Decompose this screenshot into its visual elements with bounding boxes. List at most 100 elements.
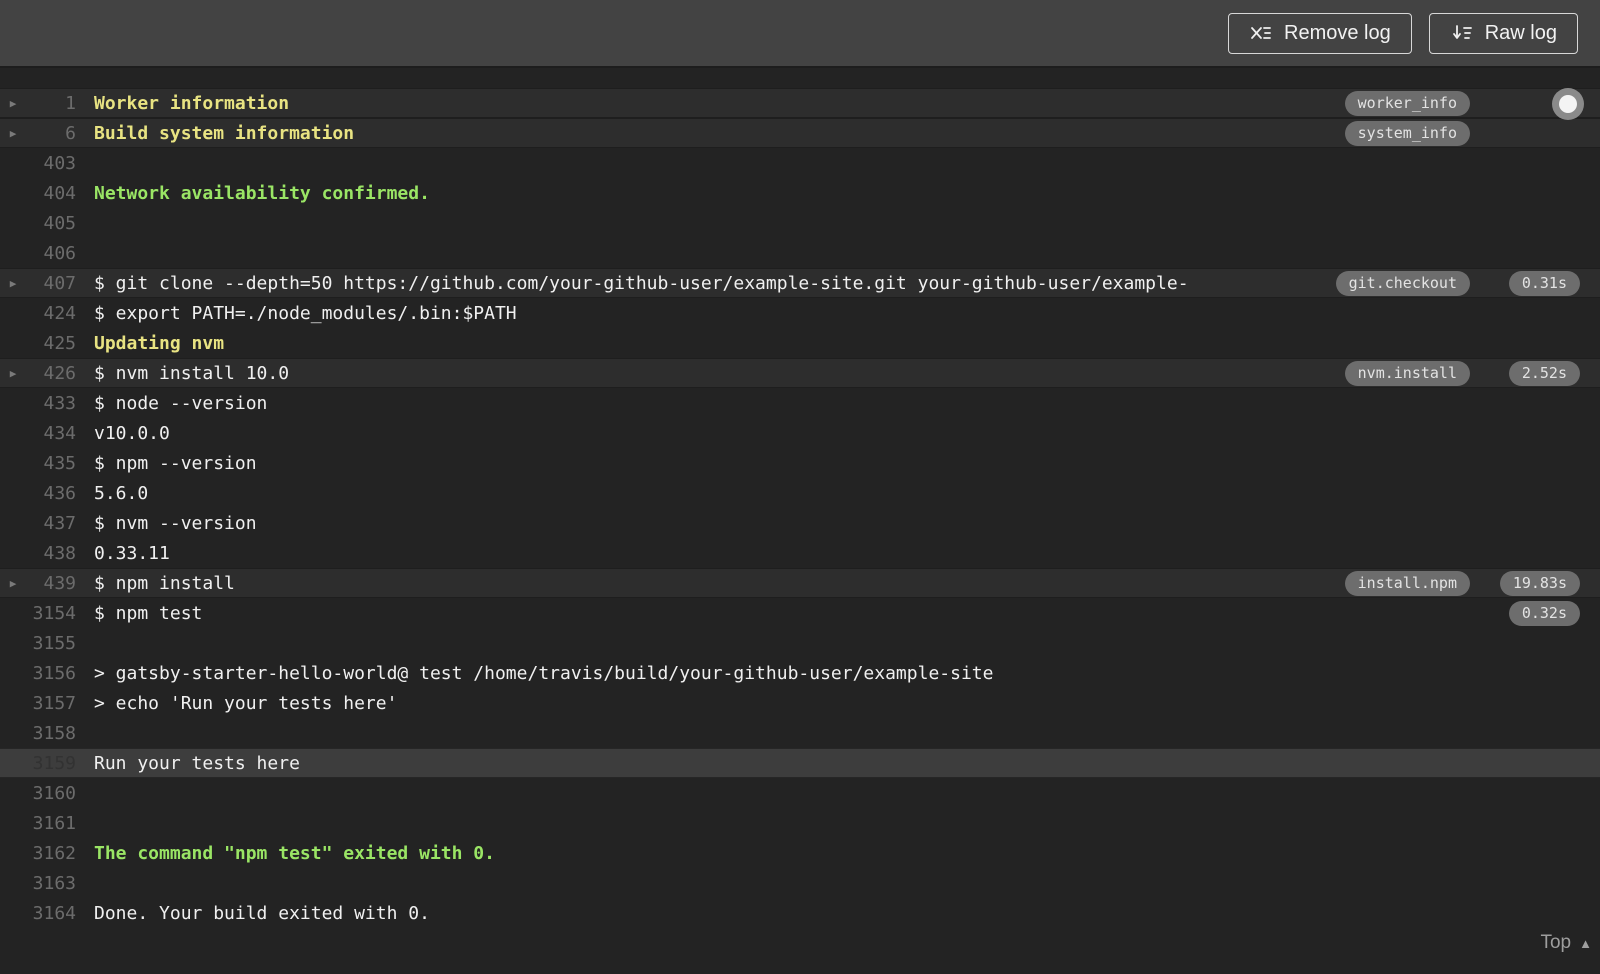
line-text: $ npm install bbox=[94, 572, 235, 594]
line-number[interactable]: 436 bbox=[26, 483, 76, 504]
fold-toggle-icon[interactable]: ▶ bbox=[0, 97, 26, 110]
scroll-to-top-link[interactable]: Top ▲ bbox=[1540, 932, 1592, 954]
line-number[interactable]: 425 bbox=[26, 333, 76, 354]
line-text: 0.33.11 bbox=[94, 542, 170, 564]
line-number[interactable]: 404 bbox=[26, 183, 76, 204]
log-line-6: ▶ 6 Build system information system_info bbox=[0, 118, 1600, 148]
line-number[interactable]: 405 bbox=[26, 213, 76, 234]
line-number[interactable]: 6 bbox=[26, 123, 76, 144]
line-text: $ npm test bbox=[94, 602, 203, 624]
line-badges: 0.32s bbox=[1470, 600, 1580, 626]
line-number[interactable]: 3160 bbox=[26, 783, 76, 804]
log-line-433: 433 $ node --version bbox=[0, 388, 1600, 418]
fold-toggle-icon[interactable]: ▶ bbox=[0, 367, 26, 380]
log-line-3164: 3164 Done. Your build exited with 0. bbox=[0, 898, 1600, 928]
line-text: > echo 'Run your tests here' bbox=[94, 692, 398, 714]
line-text: $ node --version bbox=[94, 392, 268, 414]
line-number[interactable]: 3164 bbox=[26, 903, 76, 924]
line-badges: system_info bbox=[1344, 120, 1580, 146]
log-line-3162: 3162 The command "npm test" exited with 0… bbox=[0, 838, 1600, 868]
log-line-1: ▶ 1 Worker information worker_info bbox=[0, 88, 1600, 118]
line-number[interactable]: 433 bbox=[26, 393, 76, 414]
line-number[interactable]: 426 bbox=[26, 363, 76, 384]
line-number[interactable]: 3154 bbox=[26, 603, 76, 624]
line-number[interactable]: 406 bbox=[26, 243, 76, 264]
remove-log-label: Remove log bbox=[1284, 21, 1391, 44]
log-line-3156: 3156 > gatsby-starter-hello-world@ test /… bbox=[0, 658, 1600, 688]
line-text: v10.0.0 bbox=[94, 422, 170, 444]
log-lines: ▶ 1 Worker information worker_info ▶ 6 Build s… bbox=[0, 88, 1600, 928]
log-line-3157: 3157 > echo 'Run your tests here' bbox=[0, 688, 1600, 718]
line-text: 5.6.0 bbox=[94, 482, 149, 504]
line-number[interactable]: 3161 bbox=[26, 813, 76, 834]
log-line-437: 437 $ nvm --version bbox=[0, 508, 1600, 538]
line-text: Build system information bbox=[94, 122, 355, 144]
line-number[interactable]: 439 bbox=[26, 573, 76, 594]
line-text: $ nvm --version bbox=[94, 512, 257, 534]
log-line-3158: 3158 bbox=[0, 718, 1600, 748]
log-line-425: 425 Updating nvm bbox=[0, 328, 1600, 358]
fold-toggle-icon[interactable]: ▶ bbox=[0, 577, 26, 590]
toolbar: Remove log Raw log bbox=[0, 0, 1600, 68]
line-number[interactable]: 424 bbox=[26, 303, 76, 324]
line-number[interactable]: 3163 bbox=[26, 873, 76, 894]
duration-slot: 19.83s bbox=[1470, 570, 1580, 596]
log-line-3163: 3163 bbox=[0, 868, 1600, 898]
line-number[interactable]: 3158 bbox=[26, 723, 76, 744]
log-line-405: 405 bbox=[0, 208, 1600, 238]
duration-badge: 2.52s bbox=[1508, 360, 1580, 386]
duration-slot: 2.52s bbox=[1470, 360, 1580, 386]
fold-tag-badge: system_info bbox=[1344, 120, 1470, 146]
line-number[interactable]: 438 bbox=[26, 543, 76, 564]
line-number[interactable]: 3157 bbox=[26, 693, 76, 714]
raw-log-icon bbox=[1450, 22, 1474, 44]
circle-knob-icon bbox=[1559, 95, 1577, 113]
fold-tag-badge: worker_info bbox=[1344, 90, 1470, 116]
line-number[interactable]: 435 bbox=[26, 453, 76, 474]
duration-badge: 0.31s bbox=[1508, 270, 1580, 296]
log-line-3154: 3154 $ npm test 0.32s bbox=[0, 598, 1600, 628]
fold-toggle-icon[interactable]: ▶ bbox=[0, 277, 26, 290]
log-line-403: 403 bbox=[0, 148, 1600, 178]
line-text: Network availability confirmed. bbox=[94, 182, 430, 204]
fold-tag-badge: git.checkout bbox=[1335, 270, 1470, 296]
line-number[interactable]: 3155 bbox=[26, 633, 76, 654]
line-text: > gatsby-starter-hello-world@ test /home… bbox=[94, 662, 994, 684]
fold-toggle-icon[interactable]: ▶ bbox=[0, 127, 26, 140]
raw-log-button[interactable]: Raw log bbox=[1428, 12, 1578, 54]
line-number[interactable]: 434 bbox=[26, 423, 76, 444]
line-text: The command "npm test" exited with 0. bbox=[94, 842, 495, 864]
line-number[interactable]: 3156 bbox=[26, 663, 76, 684]
build-log: ▶ 1 Worker information worker_info ▶ 6 Build s… bbox=[0, 68, 1600, 974]
log-line-3161: 3161 bbox=[0, 808, 1600, 838]
caret-up-icon: ▲ bbox=[1579, 935, 1592, 951]
line-number[interactable]: 437 bbox=[26, 513, 76, 534]
line-text: Run your tests here bbox=[94, 752, 300, 774]
line-number[interactable]: 403 bbox=[26, 153, 76, 174]
duration-badge: 0.32s bbox=[1508, 600, 1580, 626]
log-line-406: 406 bbox=[0, 238, 1600, 268]
line-text: $ export PATH=./node_modules/.bin:$PATH bbox=[94, 302, 517, 324]
line-number[interactable]: 3162 bbox=[26, 843, 76, 864]
remove-log-button[interactable]: Remove log bbox=[1228, 12, 1412, 54]
line-badges: nvm.install 2.52s bbox=[1344, 360, 1580, 386]
fold-tag-badge: nvm.install bbox=[1344, 360, 1470, 386]
log-line-435: 435 $ npm --version bbox=[0, 448, 1600, 478]
line-text: Done. Your build exited with 0. bbox=[94, 902, 430, 924]
line-number[interactable]: 407 bbox=[26, 273, 76, 294]
log-scrubber-knob[interactable] bbox=[1552, 88, 1584, 120]
log-line-434: 434 v10.0.0 bbox=[0, 418, 1600, 448]
log-line-3159: 3159 Run your tests here bbox=[0, 748, 1600, 778]
line-text: $ npm --version bbox=[94, 452, 257, 474]
remove-log-icon bbox=[1249, 22, 1273, 44]
log-line-436: 436 5.6.0 bbox=[0, 478, 1600, 508]
log-line-438: 438 0.33.11 bbox=[0, 538, 1600, 568]
log-line-426: ▶ 426 $ nvm install 10.0 nvm.install 2.52s bbox=[0, 358, 1600, 388]
log-line-404: 404 Network availability confirmed. bbox=[0, 178, 1600, 208]
line-badges: git.checkout 0.31s bbox=[1335, 270, 1580, 296]
line-badges: install.npm 19.83s bbox=[1344, 570, 1580, 596]
line-number[interactable]: 3159 bbox=[26, 753, 76, 774]
line-text: $ nvm install 10.0 bbox=[94, 362, 290, 384]
duration-badge: 19.83s bbox=[1499, 570, 1580, 596]
line-number[interactable]: 1 bbox=[26, 93, 76, 114]
